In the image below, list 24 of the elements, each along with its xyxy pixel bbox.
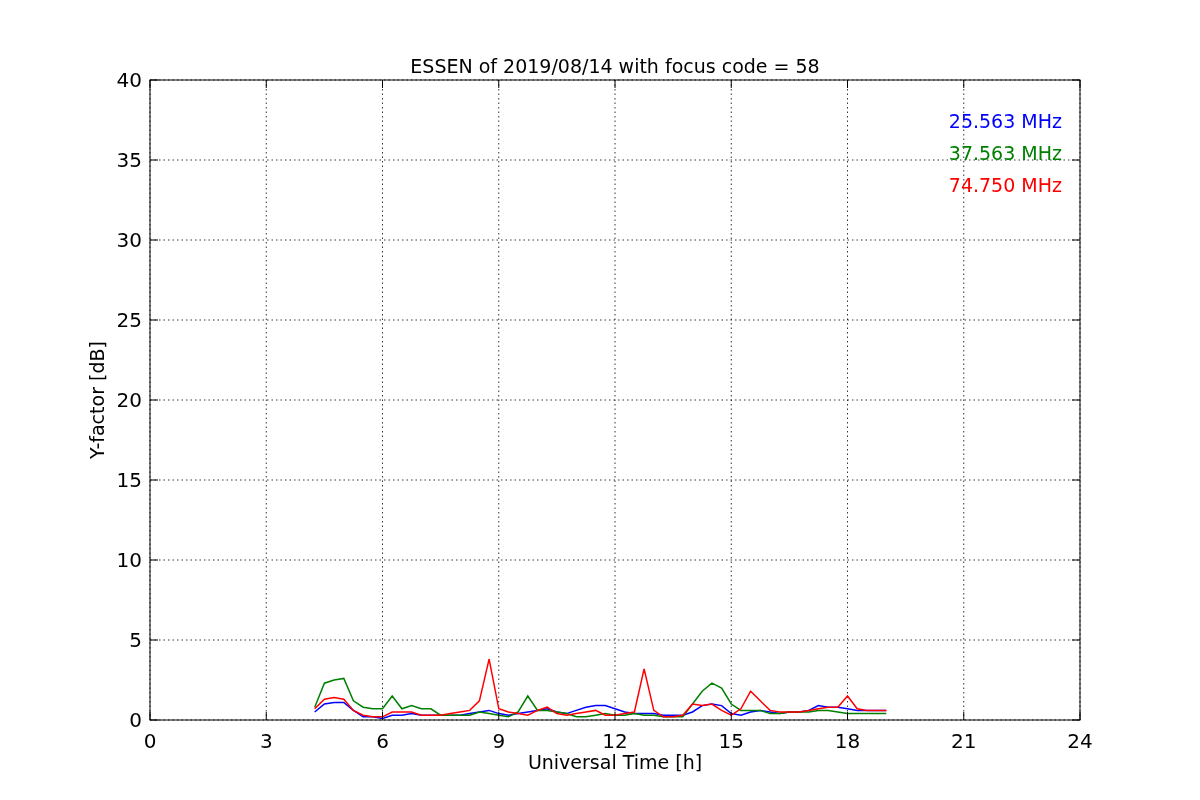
y-tick-label: 0 — [129, 708, 142, 732]
x-tick-label: 3 — [259, 729, 273, 753]
x-tick-label: 18 — [834, 729, 861, 753]
x-axis-label: Universal Time [h] — [527, 751, 703, 773]
y-tick-label: 5 — [129, 628, 142, 652]
x-tick-label: 24 — [1067, 729, 1093, 753]
legend-label: 37.563 MHz — [948, 142, 1062, 164]
legend-label: 74.750 MHz — [948, 174, 1062, 196]
x-tick-label: 0 — [143, 729, 157, 753]
y-tick-label: 25 — [116, 308, 142, 332]
x-tick-label: 9 — [492, 729, 506, 753]
y-axis-label: Y-factor [dB] — [86, 341, 108, 459]
x-tick-label: 21 — [951, 729, 977, 753]
x-tick-label: 15 — [718, 729, 744, 753]
x-tick-label: 12 — [602, 729, 628, 753]
y-tick-label: 10 — [116, 548, 142, 572]
y-tick-label: 30 — [116, 228, 142, 252]
legend-label: 25.563 MHz — [948, 110, 1062, 132]
chart-title: ESSEN of 2019/08/14 with focus code = 58 — [410, 55, 820, 77]
y-tick-label: 40 — [116, 68, 142, 92]
x-tick-label: 6 — [376, 729, 389, 753]
y-tick-label: 20 — [116, 388, 142, 412]
y-tick-label: 15 — [116, 468, 142, 492]
y-tick-label: 35 — [116, 148, 142, 172]
